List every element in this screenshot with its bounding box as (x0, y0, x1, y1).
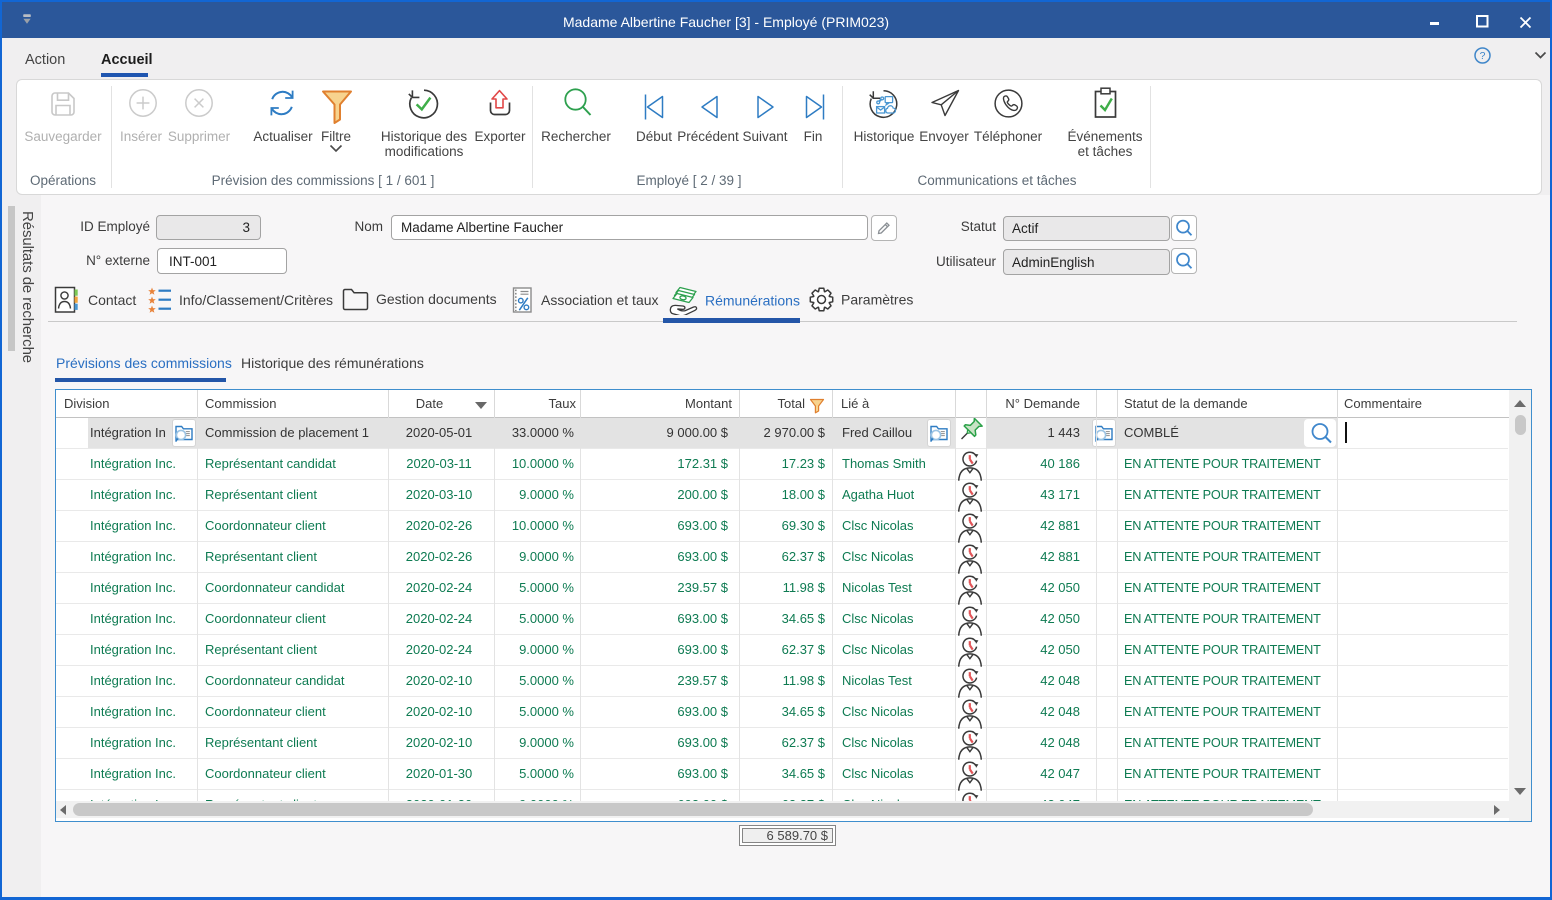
svg-text:?: ? (1480, 50, 1486, 62)
